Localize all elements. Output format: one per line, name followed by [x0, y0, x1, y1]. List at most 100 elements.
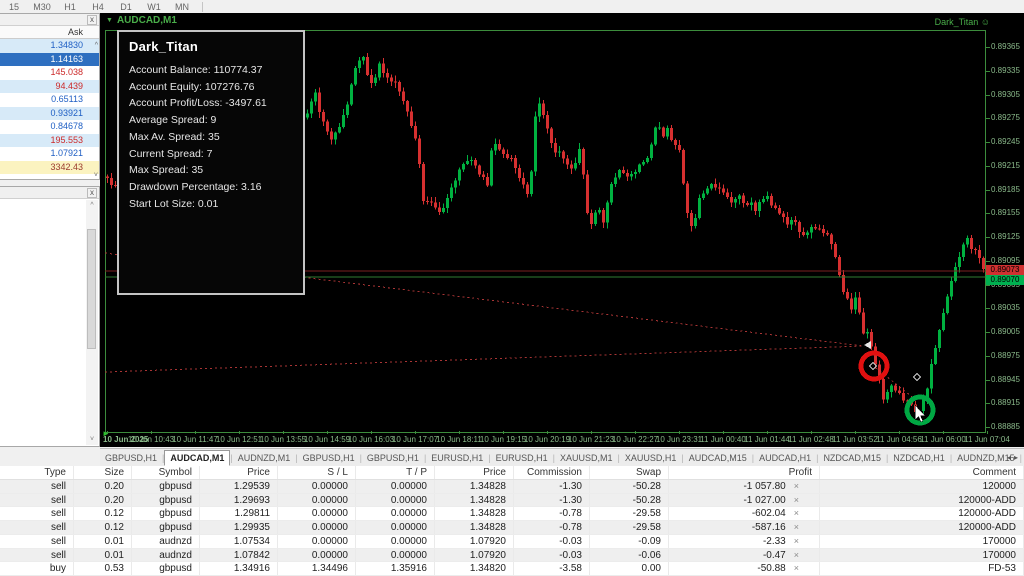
- timeframe-button-15[interactable]: 15: [0, 2, 28, 12]
- scroll-up-icon[interactable]: ^: [86, 202, 98, 209]
- candle: [514, 155, 517, 174]
- order-row[interactable]: sell 0.01 audnzd 1.07842 0.00000 0.00000 1.079…: [0, 548, 1024, 563]
- close-position-icon[interactable]: ×: [794, 494, 799, 507]
- market-watch-row[interactable]: 0.84678: [0, 120, 99, 134]
- timeframe-button-w1[interactable]: W1: [140, 2, 168, 12]
- close-icon[interactable]: x: [87, 15, 97, 25]
- tab-audnzd-m1[interactable]: AUDNZD,M1: [233, 451, 296, 465]
- market-watch-row[interactable]: 1.34830: [0, 39, 99, 53]
- tab-audcad-m1[interactable]: AUDCAD,M1: [164, 449, 231, 466]
- timeframe-button-m30[interactable]: M30: [28, 2, 56, 12]
- tab-audcad-h1[interactable]: AUDCAD,H1: [754, 451, 816, 465]
- candle: [734, 196, 737, 208]
- x-axis-label: 10 Jun 14:59: [303, 435, 351, 444]
- timeframe-button-h4[interactable]: H4: [84, 2, 112, 12]
- ask-price-tag: 0.89070: [986, 275, 1024, 285]
- market-watch-row[interactable]: 3342.43: [0, 160, 99, 174]
- tab-scroll-left-icon[interactable]: ◂: [1007, 453, 1014, 462]
- tab-gbpusd-h1[interactable]: GBPUSD,H1: [362, 451, 424, 465]
- candle: [886, 389, 889, 404]
- ask-value: 1.34830: [50, 40, 83, 50]
- left-arrow-marker: [864, 341, 871, 349]
- tab-nzdcad-m15[interactable]: NZDCAD,M15: [818, 451, 886, 465]
- order-cell: 0.00000: [278, 480, 356, 493]
- order-row[interactable]: sell 0.20 gbpusd 1.29693 0.00000 0.00000 1.348…: [0, 493, 1024, 508]
- market-watch-row[interactable]: 195.553: [0, 133, 99, 147]
- close-position-icon[interactable]: ×: [794, 535, 799, 548]
- order-cell: 1.34828: [435, 507, 514, 521]
- tab-nzdcad-h1[interactable]: NZDCAD,H1: [888, 451, 950, 465]
- order-row[interactable]: buy 0.53 gbpusd 1.34916 1.34496 1.35916 1.3482…: [0, 562, 1024, 576]
- chart-symbol-label: AUDCAD,M1: [116, 15, 177, 26]
- scroll-up-icon[interactable]: ^: [95, 42, 98, 49]
- candle: [610, 181, 613, 206]
- candle: [450, 183, 453, 202]
- navigator-scrollbar[interactable]: ^ ˅: [86, 200, 98, 445]
- x-axis-label: 11 Jun 04:56: [876, 435, 922, 444]
- x-axis-label: 10 Jun 20:19: [523, 435, 571, 444]
- tab-gbpusd-h1[interactable]: GBPUSD,H1: [298, 451, 360, 465]
- candle: [622, 166, 625, 175]
- tab-audcad-m15[interactable]: AUDCAD,M15: [684, 451, 752, 465]
- candle: [606, 200, 609, 229]
- order-cell: 170000: [820, 548, 1024, 562]
- candle: [690, 209, 693, 232]
- scroll-down-icon[interactable]: ˅: [94, 172, 98, 179]
- candle: [934, 344, 937, 366]
- tab-gbpusd-h1[interactable]: GBPUSD,H1: [100, 451, 162, 465]
- timeframe-button-h1[interactable]: H1: [56, 2, 84, 12]
- close-position-icon[interactable]: ×: [794, 549, 799, 562]
- order-cell: -0.78: [514, 521, 590, 534]
- order-row[interactable]: sell 0.12 gbpusd 1.29935 0.00000 0.00000 1.348…: [0, 521, 1024, 535]
- y-axis-tick: [986, 118, 990, 120]
- candle: [982, 256, 985, 273]
- bid-price-tag: 0.89073: [986, 265, 1024, 275]
- order-row[interactable]: sell 0.20 gbpusd 1.29539 0.00000 0.00000 1.348…: [0, 480, 1024, 494]
- x-axis-tick: [371, 431, 372, 434]
- tab-eurusd-h1[interactable]: EURUSD,H1: [491, 451, 553, 465]
- candle: [566, 154, 569, 170]
- close-icon[interactable]: x: [87, 188, 97, 198]
- market-watch-row[interactable]: 1.07921: [0, 147, 99, 161]
- market-watch-row[interactable]: 0.65113: [0, 93, 99, 107]
- tab-scroll-right-icon[interactable]: ▸: [1014, 453, 1021, 462]
- ea-info-lines: Account Balance: 110774.37 Account Equity…: [129, 62, 293, 212]
- scrollbar-thumb[interactable]: [87, 229, 96, 349]
- candle: [438, 201, 441, 215]
- tab-xauusd-m1[interactable]: XAUUSD,M1: [555, 451, 618, 465]
- order-cell: 1.34916: [200, 562, 278, 575]
- candle: [702, 190, 705, 201]
- close-position-icon[interactable]: ×: [794, 480, 799, 493]
- chart-symbol-title[interactable]: ▼ AUDCAD,M1: [106, 15, 177, 26]
- tab-scroll-arrows[interactable]: ◂▸: [1007, 453, 1021, 462]
- candle: [490, 148, 493, 187]
- candle: [794, 215, 797, 226]
- tab-eurusd-h1[interactable]: EURUSD,H1: [426, 451, 488, 465]
- trendline[interactable]: [105, 345, 864, 373]
- candle: [550, 127, 553, 148]
- order-profit-cell: -1 027.00 ×: [669, 493, 820, 507]
- candle: [862, 308, 865, 335]
- timeframe-button-mn[interactable]: MN: [168, 2, 196, 12]
- orders-header-cell: Price: [200, 466, 278, 479]
- tab-xauusd-h1[interactable]: XAUUSD,H1: [620, 451, 682, 465]
- market-watch-row[interactable]: 0.93921: [0, 106, 99, 120]
- market-watch-row[interactable]: 94.439: [0, 79, 99, 93]
- market-watch-row[interactable]: 145.038: [0, 66, 99, 80]
- close-position-icon[interactable]: ×: [794, 521, 799, 534]
- close-position-icon[interactable]: ×: [794, 507, 799, 520]
- navigator-panel: x ^ ˅: [0, 186, 100, 447]
- ask-column-header[interactable]: Ask: [0, 26, 99, 39]
- y-axis-label: 0.89125: [991, 232, 1020, 241]
- candle: [374, 73, 377, 87]
- market-watch-row[interactable]: 1.14163: [0, 52, 99, 66]
- order-row[interactable]: sell 0.01 audnzd 1.07534 0.00000 0.00000 1.079…: [0, 534, 1024, 549]
- close-position-icon[interactable]: ×: [794, 562, 799, 575]
- timeframe-button-d1[interactable]: D1: [112, 2, 140, 12]
- order-cell: 0.00: [590, 562, 669, 575]
- order-cell: 1.07920: [435, 534, 514, 548]
- y-axis-label: 0.89035: [991, 303, 1020, 313]
- order-cell: buy: [0, 562, 74, 575]
- scroll-down-icon[interactable]: ˅: [86, 436, 98, 443]
- order-row[interactable]: sell 0.12 gbpusd 1.29811 0.00000 0.00000 1.348…: [0, 507, 1024, 522]
